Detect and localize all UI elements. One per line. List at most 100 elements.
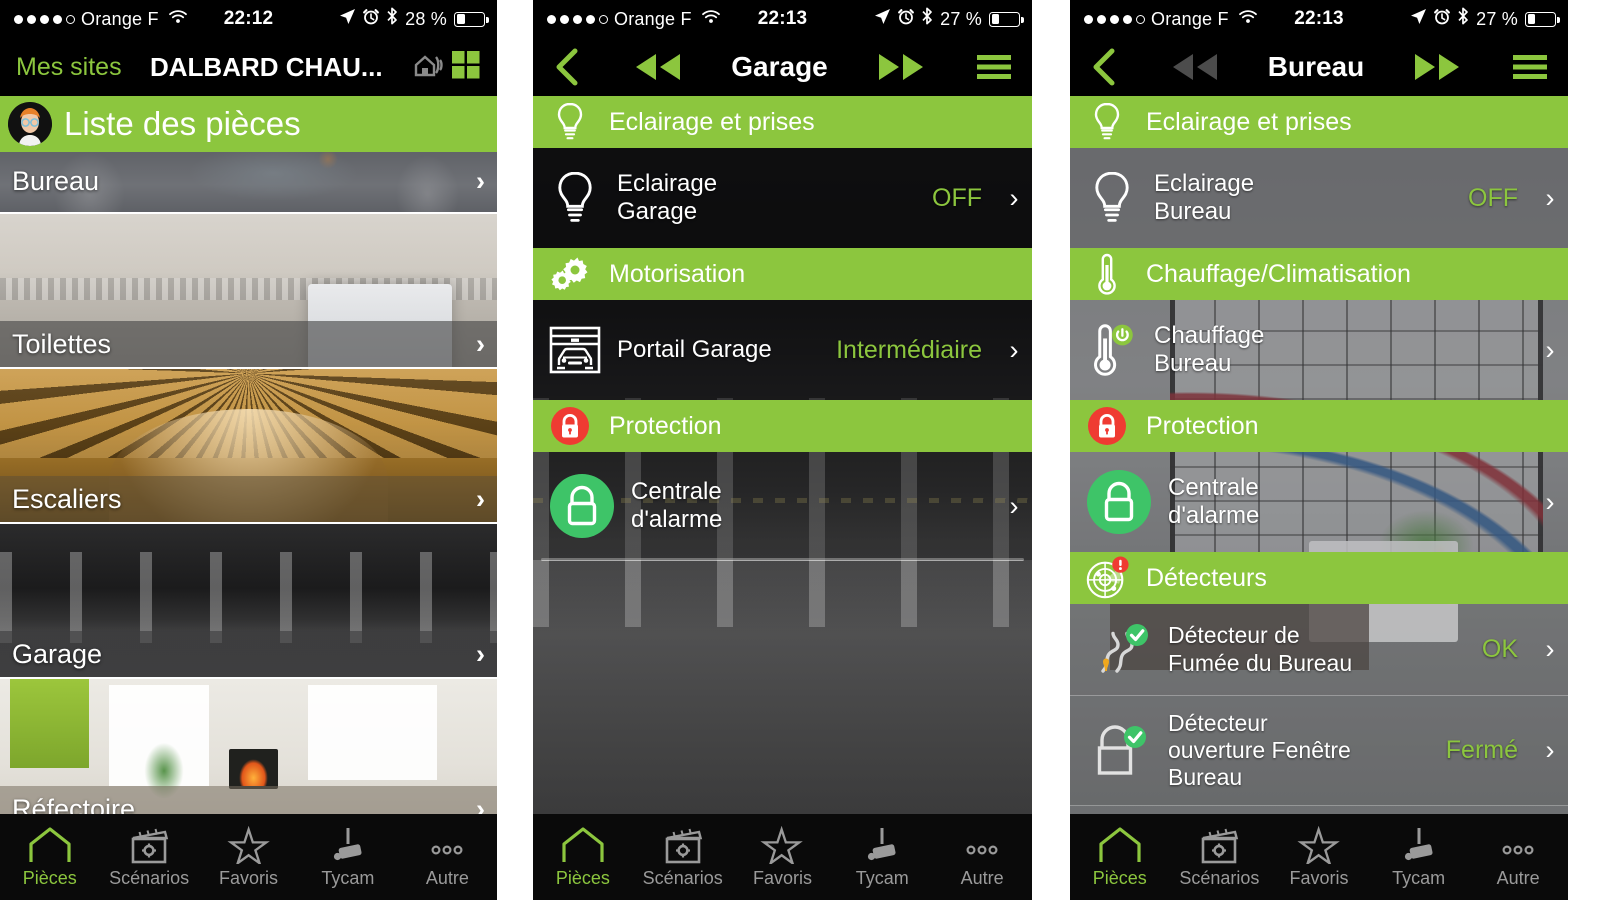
device-row-chauffage-bureau[interactable]: Chauffage Bureau › [1070, 300, 1568, 400]
category-label: Motorisation [609, 259, 746, 288]
tab-favoris[interactable]: Favoris [733, 822, 833, 889]
lock-red-icon [547, 404, 593, 448]
tab-tycam[interactable]: Tycam [832, 822, 932, 889]
tab-autre[interactable]: Autre [1468, 822, 1568, 889]
category-row-chauffage[interactable]: Chauffage/Climatisation [1070, 248, 1568, 300]
device-row-detecteur-fumee[interactable]: Détecteur de Fumée du Bureau OK › [1070, 604, 1568, 696]
grid-squares-icon[interactable] [451, 50, 481, 85]
phone-screen-bureau: Orange F 22:13 27 % Bureau Eclairage et … [1070, 0, 1568, 900]
category-row-protection[interactable]: Protection [533, 400, 1032, 452]
chevron-left-icon[interactable] [1088, 47, 1122, 87]
bluetooth-icon [386, 7, 398, 31]
status-bar: Orange F 22:12 28 % [0, 0, 497, 38]
tab-autre[interactable]: Autre [932, 822, 1032, 889]
chevron-right-icon: › [476, 638, 485, 669]
room-cell[interactable]: Toilettes › [0, 214, 497, 369]
battery-icon [1525, 11, 1560, 27]
category-row-eclairage[interactable]: Eclairage et prises [533, 96, 1032, 148]
category-label: Protection [609, 411, 722, 440]
home-signal-icon[interactable] [412, 50, 448, 85]
category-label: Eclairage et prises [609, 107, 815, 136]
navigation-bar: Garage [533, 38, 1032, 96]
room-cell[interactable]: Bureau › [0, 152, 497, 214]
clapperboard-gear-icon [660, 822, 706, 864]
status-bar: Orange F 22:13 27 % [1070, 0, 1568, 38]
status-bar-right: 27 % [874, 7, 1032, 31]
tab-pieces[interactable]: Pièces [0, 822, 99, 889]
camera-icon [859, 822, 905, 864]
tab-tycam[interactable]: Tycam [1369, 822, 1469, 889]
device-row-eclairage-bureau[interactable]: Eclairage Bureau OFF › [1070, 148, 1568, 248]
chevron-left-icon[interactable] [551, 47, 585, 87]
garage-door-car-icon [547, 322, 603, 378]
rewind-icon[interactable] [630, 50, 686, 84]
tab-autre[interactable]: Autre [398, 822, 497, 889]
tab-scenarios[interactable]: Scénarios [633, 822, 733, 889]
page-title: Garage [731, 51, 828, 82]
tab-favoris[interactable]: Favoris [1269, 822, 1369, 889]
category-row-motorisation[interactable]: Motorisation [533, 248, 1032, 300]
device-row-centrale-alarme[interactable]: Centrale d'alarme › [533, 452, 1032, 560]
back-to-sites-link[interactable]: Mes sites [10, 53, 122, 82]
location-arrow-icon [1410, 8, 1427, 31]
ellipsis-icon [1495, 822, 1541, 864]
location-arrow-icon [339, 8, 356, 31]
room-cell[interactable]: Réfectoire › [0, 679, 497, 834]
tab-pieces[interactable]: Pièces [533, 822, 633, 889]
user-avatar[interactable] [8, 102, 52, 146]
tab-favoris[interactable]: Favoris [199, 822, 298, 889]
chevron-right-icon: › [1009, 490, 1019, 521]
carrier-label: Orange F [614, 8, 692, 29]
device-name: Détecteur de Fumée du Bureau [1168, 622, 1353, 676]
screenshot-stage: Orange F 22:12 28 % Mes sites DALBARD CH… [0, 0, 1600, 900]
lock-red-icon [1084, 404, 1130, 448]
room-cell[interactable]: Escaliers › [0, 369, 497, 524]
tab-label: Scénarios [109, 868, 190, 888]
chevron-right-icon: › [1545, 634, 1555, 664]
padlock-green-icon [1084, 468, 1154, 536]
device-row-detecteur-ouverture[interactable]: Détecteur ouverture Fenêtre Bureau Fermé… [1070, 696, 1568, 806]
room-cell[interactable]: Garage › [0, 524, 497, 679]
device-state: OK [1481, 635, 1518, 663]
category-row-protection[interactable]: Protection [1070, 400, 1568, 452]
tab-scenarios[interactable]: Scénarios [1170, 822, 1270, 889]
device-row-centrale-alarme[interactable]: Centrale d'alarme › [1070, 452, 1568, 552]
room-name: Garage [12, 638, 103, 669]
fast-forward-icon[interactable] [873, 50, 929, 84]
tab-label: Scénarios [1179, 868, 1260, 888]
chevron-right-icon: › [1545, 182, 1555, 213]
hamburger-icon[interactable] [974, 51, 1014, 83]
padlock-green-icon [547, 472, 617, 540]
device-state: OFF [1468, 183, 1518, 212]
bottom-tab-bar: Pièces Scénarios Favoris Tycam Autre [533, 814, 1032, 900]
status-bar-left: Orange F [1070, 8, 1258, 30]
alarm-clock-icon [898, 8, 915, 31]
status-bar: Orange F 22:13 27 % [533, 0, 1032, 38]
device-state: Fermé [1445, 736, 1518, 764]
bluetooth-icon [921, 7, 933, 31]
chevron-right-icon: › [1009, 334, 1019, 365]
fast-forward-icon[interactable] [1409, 50, 1465, 84]
category-row-eclairage[interactable]: Eclairage et prises [1070, 96, 1568, 148]
carrier-label: Orange F [1151, 8, 1229, 29]
room-name: Escaliers [12, 483, 122, 514]
tab-scenarios[interactable]: Scénarios [99, 822, 198, 889]
bottom-tab-bar: Pièces Scénarios Favoris Tycam Autre [1070, 814, 1568, 900]
device-name: Centrale d'alarme [1168, 473, 1260, 529]
tab-pieces[interactable]: Pièces [1070, 822, 1170, 889]
device-row-eclairage-garage[interactable]: Eclairage Garage OFF › [533, 148, 1032, 248]
tab-label: Pièces [22, 868, 77, 888]
navigation-bar: Bureau [1070, 38, 1568, 96]
hamburger-icon[interactable] [1510, 51, 1550, 83]
category-row-detecteurs[interactable]: Détecteurs [1070, 552, 1568, 604]
radar-alert-icon [1084, 554, 1130, 602]
tab-tycam[interactable]: Tycam [298, 822, 397, 889]
tab-label: Tycam [1392, 868, 1446, 888]
signal-strength-dots [1084, 14, 1145, 24]
alarm-clock-icon [1434, 8, 1451, 31]
device-row-portail-garage[interactable]: Portail Garage Intermédiaire › [533, 300, 1032, 400]
home-icon [560, 822, 606, 864]
device-name: Centrale d'alarme [631, 477, 723, 533]
category-label: Protection [1146, 411, 1259, 440]
alarm-clock-icon [363, 8, 380, 31]
